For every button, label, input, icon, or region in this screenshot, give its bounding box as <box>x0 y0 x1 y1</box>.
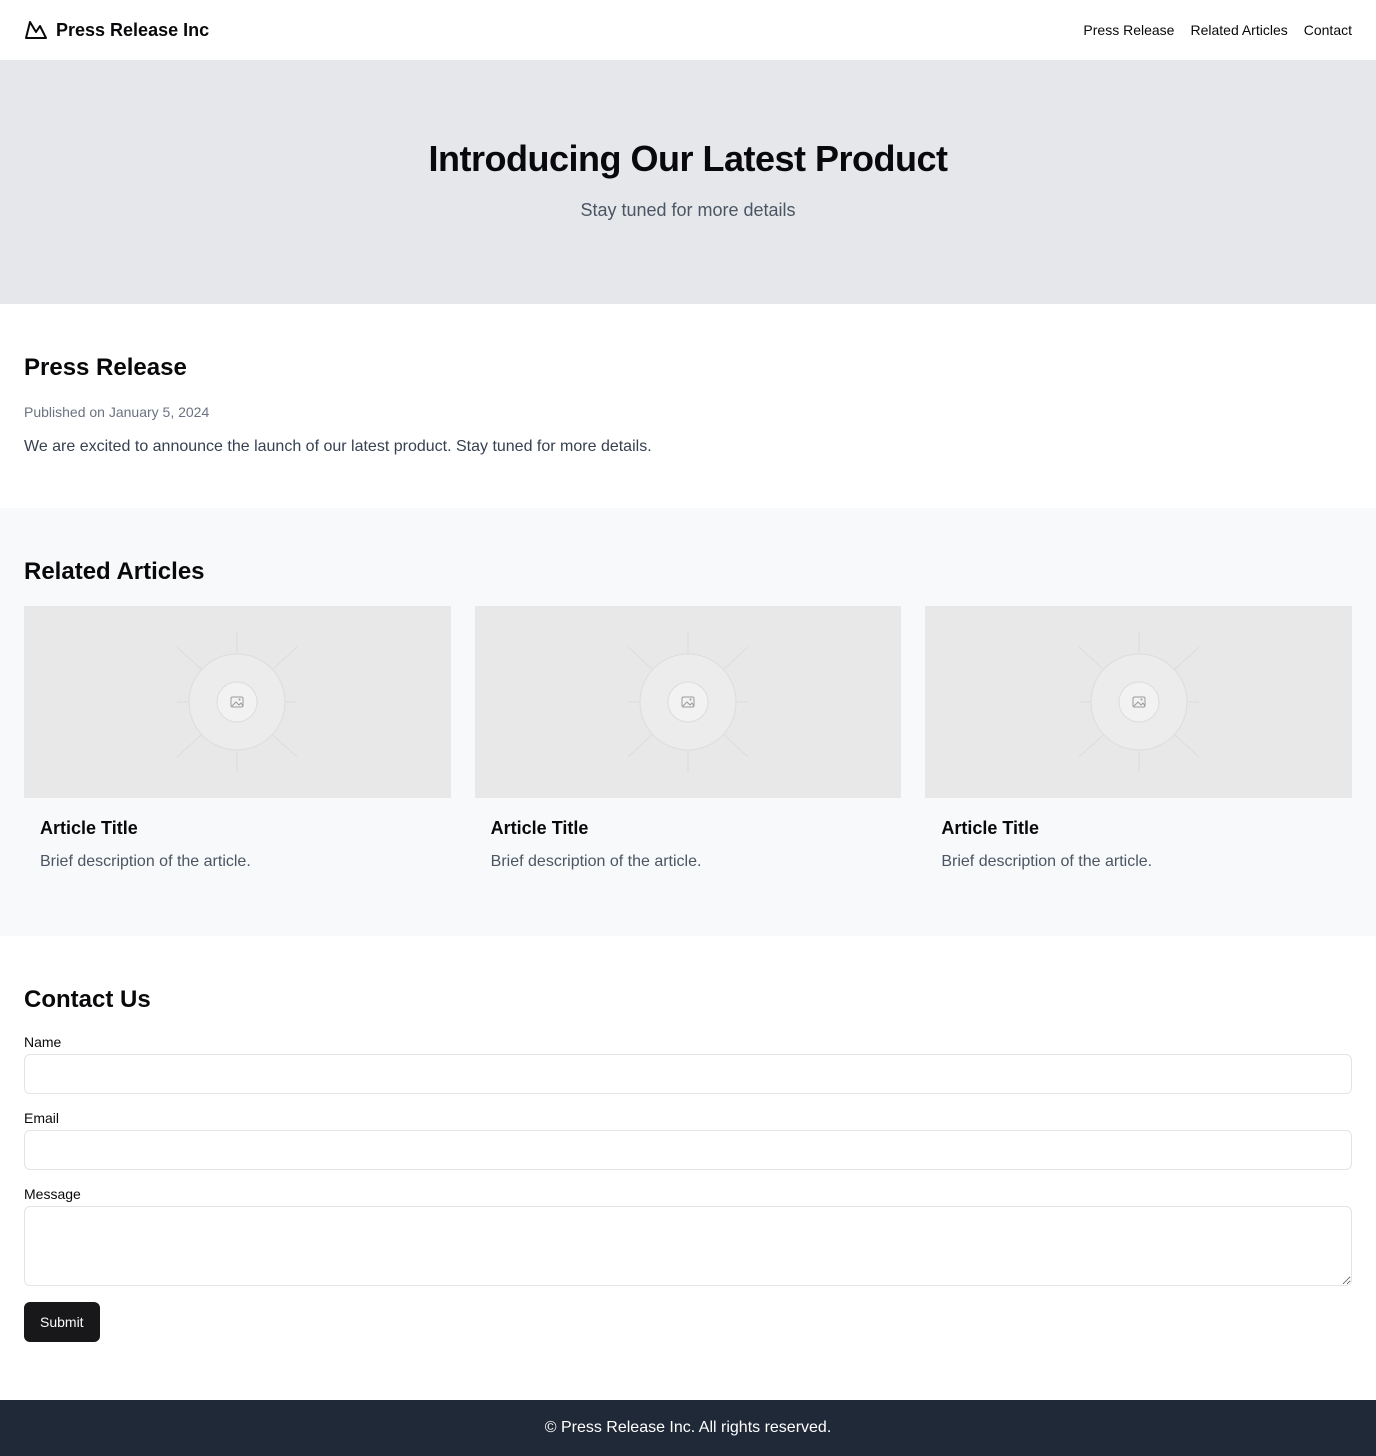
name-field-group: Name <box>24 1034 1352 1094</box>
article-description: Brief description of the article. <box>941 853 1153 870</box>
related-articles-section: Related Articles Article Title Brief des… <box>0 508 1376 936</box>
press-release-heading: Press Release <box>24 354 187 381</box>
article-card[interactable]: Article Title Brief description of the a… <box>925 606 1353 871</box>
message-textarea[interactable] <box>24 1206 1352 1286</box>
article-card-body: Article Title Brief description of the a… <box>475 798 902 871</box>
article-card-body: Article Title Brief description of the a… <box>925 798 1352 871</box>
site-header: Press Release Inc Press Release Related … <box>0 0 1376 60</box>
email-label: Email <box>24 1110 60 1126</box>
article-card-body: Article Title Brief description of the a… <box>24 798 451 871</box>
article-image <box>24 606 451 798</box>
nav-link-contact[interactable]: Contact <box>1304 22 1352 38</box>
image-placeholder-icon <box>1078 632 1200 772</box>
contact-section: Contact Us Name Email Message Submit <box>0 936 1376 1400</box>
related-articles-heading: Related Articles <box>24 558 205 585</box>
press-release-body: We are excited to announce the launch of… <box>24 438 652 455</box>
publish-date: Published on January 5, 2024 <box>24 404 210 420</box>
article-cards: Article Title Brief description of the a… <box>24 606 1353 871</box>
image-placeholder-icon <box>627 632 749 772</box>
submit-button[interactable]: Submit <box>24 1302 100 1342</box>
nav-link-related-articles[interactable]: Related Articles <box>1190 22 1287 38</box>
name-label: Name <box>24 1034 62 1050</box>
article-title[interactable]: Article Title <box>941 818 1336 839</box>
article-description: Brief description of the article. <box>40 853 251 870</box>
email-field-group: Email <box>24 1110 1352 1170</box>
article-title[interactable]: Article Title <box>491 818 886 839</box>
article-card[interactable]: Article Title Brief description of the a… <box>24 606 451 871</box>
site-footer: © Press Release Inc. All rights reserved… <box>0 1400 1376 1456</box>
press-release-section: Press Release Published on January 5, 20… <box>0 304 1376 508</box>
article-image <box>474 606 902 798</box>
name-input[interactable] <box>24 1054 1352 1094</box>
hero-title: Introducing Our Latest Product <box>428 137 948 179</box>
message-field-group: Message <box>24 1186 1352 1286</box>
brand[interactable]: Press Release Inc <box>24 18 209 42</box>
message-label: Message <box>24 1186 81 1202</box>
hero-section: Introducing Our Latest Product Stay tune… <box>0 60 1376 304</box>
brand-name: Press Release Inc <box>56 19 210 40</box>
article-description: Brief description of the article. <box>490 853 702 870</box>
hero-subtitle: Stay tuned for more details <box>580 199 796 220</box>
nav-link-press-release[interactable]: Press Release <box>1083 22 1174 38</box>
main-nav: Press Release Related Articles Contact <box>1083 22 1352 38</box>
article-title[interactable]: Article Title <box>40 818 435 839</box>
article-card[interactable]: Article Title Brief description of the a… <box>474 606 902 871</box>
copyright-text: © Press Release Inc. All rights reserved… <box>544 1419 832 1436</box>
article-image <box>925 606 1353 798</box>
contact-heading: Contact Us <box>24 986 151 1013</box>
email-input[interactable] <box>24 1130 1352 1170</box>
contact-form: Name Email Message Submit <box>24 1034 1352 1342</box>
mountain-icon <box>24 18 48 42</box>
image-placeholder-icon <box>176 632 298 772</box>
